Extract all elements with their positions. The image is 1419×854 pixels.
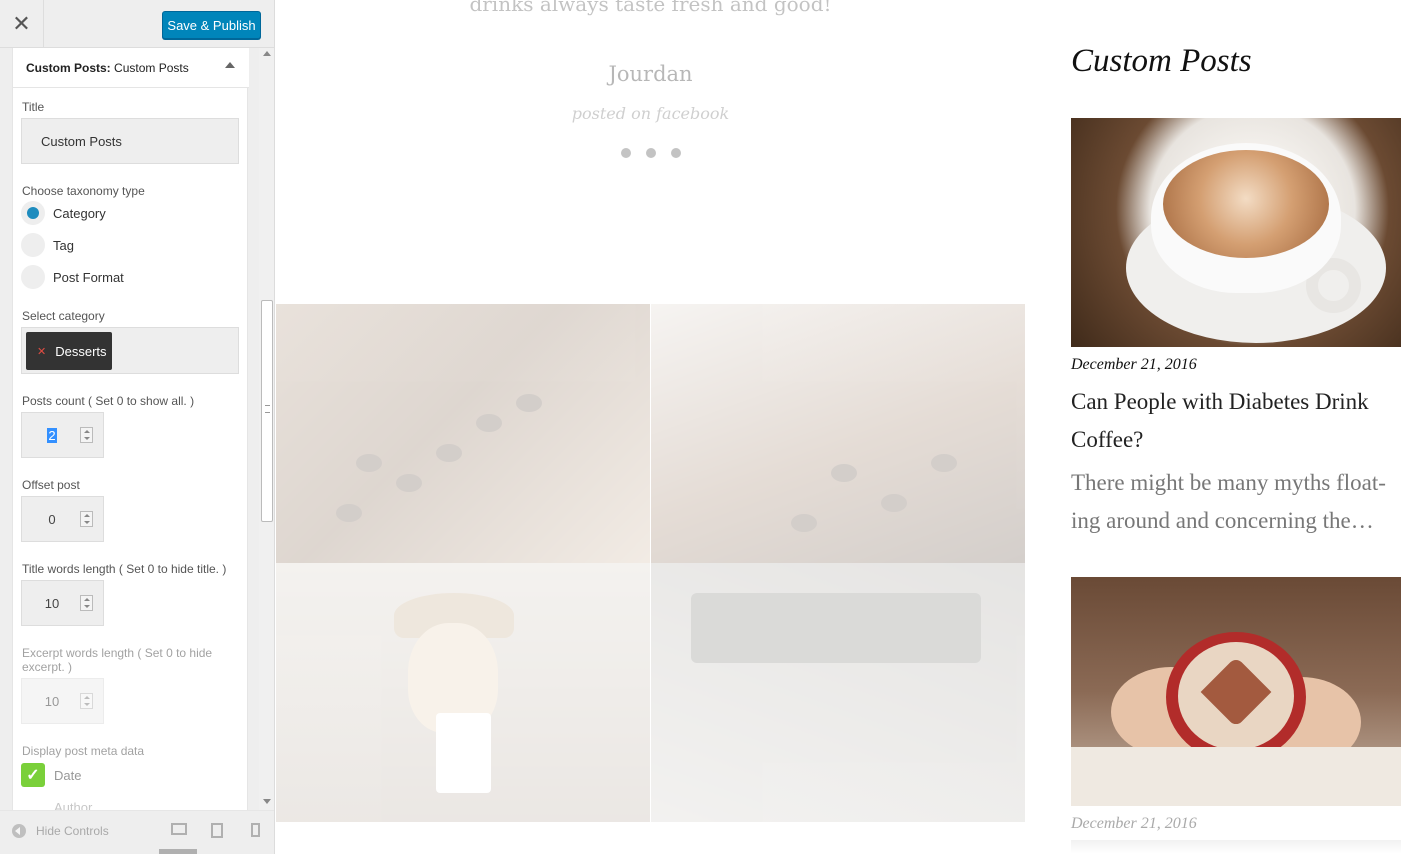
testimonial-source: posted on facebook: [571, 104, 730, 123]
site-preview: drinks always taste fresh and good! Jour…: [276, 0, 1419, 854]
category-select[interactable]: ✕ Desserts: [21, 327, 239, 374]
mobile-icon[interactable]: [251, 823, 260, 837]
collapse-icon: [12, 824, 26, 838]
scroll-up-arrow-icon[interactable]: [263, 51, 271, 56]
widget-panel: Custom Posts: Custom Posts Title Custom …: [12, 48, 249, 810]
woman-coffee-image[interactable]: [276, 563, 650, 822]
bean-shape: [356, 454, 382, 472]
remove-icon[interactable]: ✕: [37, 345, 46, 358]
scrollbar-thumb[interactable]: [261, 300, 273, 522]
latte-art-shape: [1163, 150, 1329, 258]
hide-controls-label: Hide Controls: [36, 824, 109, 838]
photo-gallery: [276, 304, 1025, 822]
widget-type-label: Custom Posts:: [26, 61, 111, 75]
excerpt-words-stepper[interactable]: 10: [21, 678, 104, 724]
offset-label: Offset post: [22, 478, 80, 492]
post-date: December 21, 2016: [1071, 815, 1197, 832]
bean-shape: [436, 444, 462, 462]
coffee-beans-scoop-image[interactable]: [276, 304, 650, 563]
customizer-footer: Hide Controls: [0, 810, 274, 854]
category-label: Select category: [22, 309, 105, 323]
title-label: Title: [22, 100, 45, 114]
bean-shape: [336, 504, 362, 522]
post-date: December 21, 2016: [1071, 356, 1197, 373]
slider-dots: [621, 148, 681, 158]
active-device-indicator: [159, 849, 197, 854]
sweater-shape: [1071, 747, 1401, 806]
meta-label: Display post meta data: [22, 744, 145, 758]
spinner-arrows-icon[interactable]: [80, 511, 93, 527]
slider-dot[interactable]: [646, 148, 656, 158]
title-input[interactable]: Custom Posts: [21, 118, 239, 164]
bean-shape: [791, 514, 817, 532]
posts-count-stepper[interactable]: 2: [21, 412, 104, 458]
excerpt-words-value[interactable]: 10: [22, 694, 82, 709]
radio-unselected-icon: [21, 233, 45, 257]
collapse-arrow-icon[interactable]: [225, 62, 235, 68]
taxonomy-label: Choose taxonomy type: [22, 184, 145, 198]
custom-posts-widget: Custom Posts December 21, 2016 Can Peopl…: [1071, 0, 1401, 854]
bean-shape: [476, 414, 502, 432]
radio-unselected-icon: [21, 265, 45, 289]
checkbox-checked-icon[interactable]: ✓: [21, 763, 45, 787]
radio-post-format[interactable]: Post Format: [21, 265, 124, 289]
offset-value[interactable]: 0: [22, 512, 82, 527]
customizer-header: ✕ Save & Publish: [0, 0, 274, 48]
spinner-arrows-icon[interactable]: [80, 595, 93, 611]
category-chip: ✕ Desserts: [26, 332, 112, 370]
radio-tag[interactable]: Tag: [21, 233, 74, 257]
posts-count-text: 2: [47, 428, 57, 443]
controls-scroll-area: Custom Posts: Custom Posts Title Custom …: [0, 48, 274, 810]
meta-date-label[interactable]: Date: [54, 768, 81, 783]
widget-heading: Custom Posts: [1071, 43, 1252, 79]
meta-author-label[interactable]: Author: [54, 800, 92, 810]
machine-shape: [691, 593, 981, 663]
bean-shape: [396, 474, 422, 492]
post-title-link[interactable]: Can People with Diabetes Drink Coffee?: [1071, 383, 1411, 459]
grip-icon: [265, 405, 270, 413]
radio-tag-label: Tag: [53, 237, 74, 253]
post-excerpt: There might be many myths float-ing arou…: [1071, 470, 1386, 533]
slider-dot[interactable]: [671, 148, 681, 158]
posts-count-label: Posts count ( Set 0 to show all. ): [22, 394, 195, 408]
cut-off-text: [1071, 840, 1401, 854]
desktop-icon[interactable]: [171, 823, 187, 835]
radio-category-label: Category: [53, 205, 106, 221]
widget-title: Custom Posts: Custom Posts: [26, 61, 189, 75]
excerpt-words-label: Excerpt words length ( Set 0 to hide exc…: [22, 646, 213, 674]
widget-header[interactable]: Custom Posts: Custom Posts: [13, 48, 249, 88]
espresso-machine-image[interactable]: [651, 563, 1025, 822]
spinner-arrows-icon[interactable]: [80, 427, 93, 443]
testimonial-section: drinks always taste fresh and good! Jour…: [276, 0, 1025, 300]
radio-category[interactable]: Category: [21, 201, 106, 225]
testimonial-quote: drinks always taste fresh and good!: [469, 0, 832, 16]
customizer-sidebar: ✕ Save & Publish Custom Posts: Custom Po…: [0, 0, 275, 854]
offset-stepper[interactable]: 0: [21, 496, 104, 542]
posts-count-value[interactable]: 2: [22, 428, 82, 443]
sidebar-scrollbar[interactable]: [259, 48, 274, 810]
scroll-down-arrow-icon[interactable]: [263, 799, 271, 804]
title-words-stepper[interactable]: 10: [21, 580, 104, 626]
testimonial-author: Jourdan: [608, 62, 693, 86]
radio-selected-icon: [21, 201, 45, 225]
category-chip-label: Desserts: [55, 343, 107, 359]
spinner-arrows-icon[interactable]: [80, 693, 93, 709]
coffee-steam-image[interactable]: [651, 304, 1025, 563]
slider-dot[interactable]: [621, 148, 631, 158]
bean-shape: [516, 394, 542, 412]
save-publish-button[interactable]: Save & Publish: [162, 11, 261, 39]
radio-post-format-label: Post Format: [53, 269, 124, 285]
title-words-label: Title words length ( Set 0 to hide title…: [22, 562, 227, 576]
bean-shape: [881, 494, 907, 512]
bean-shape: [931, 454, 957, 472]
close-icon[interactable]: ✕: [0, 0, 44, 48]
tablet-icon[interactable]: [211, 823, 223, 838]
widget-instance-label: Custom Posts: [114, 61, 189, 75]
bean-shape: [831, 464, 857, 482]
hide-controls-button[interactable]: Hide Controls: [12, 824, 109, 838]
paper-cup-shape: [436, 713, 491, 793]
post-thumbnail-latte[interactable]: [1071, 118, 1401, 347]
post-thumbnail-heart-cup[interactable]: [1071, 577, 1401, 806]
title-words-value[interactable]: 10: [22, 596, 82, 611]
